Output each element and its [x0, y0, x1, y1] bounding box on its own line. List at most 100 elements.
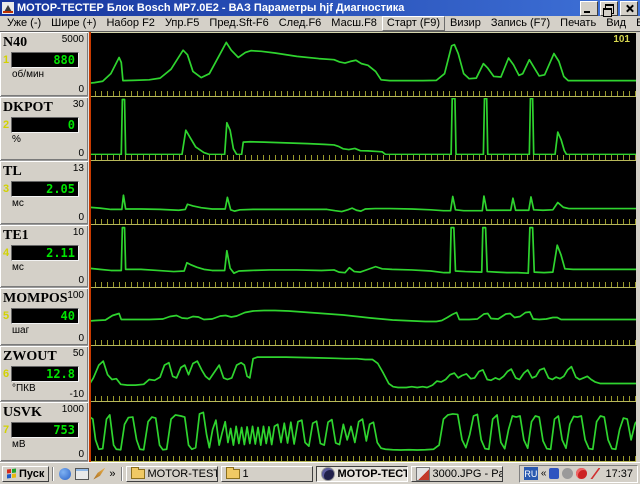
scale-min: -10	[70, 389, 84, 400]
menu-item-prev[interactable]: Пред.Sft-F6	[204, 17, 273, 30]
taskbar-button-folder-1[interactable]: 1	[221, 466, 313, 482]
close-button[interactable]	[620, 1, 638, 16]
channel-number: 4	[3, 247, 11, 259]
restore-button[interactable]	[600, 1, 618, 16]
unit-label: мВ	[12, 439, 85, 450]
menu-item-scale[interactable]: Масш.F8	[326, 17, 382, 30]
scale-min: 0	[78, 212, 84, 223]
channel-panel-usvk[interactable]: USVK 1000 7753 мВ 0	[0, 402, 88, 462]
minimize-button[interactable]	[580, 1, 598, 16]
internet-explorer-icon[interactable]	[59, 468, 71, 480]
unit-label: %	[12, 134, 85, 145]
window-controls	[580, 1, 638, 16]
channel-number: 2	[3, 119, 11, 131]
quick-launch: »	[57, 468, 117, 480]
taskbar-divider	[121, 467, 123, 481]
tray-icon-antivirus[interactable]	[590, 468, 600, 479]
channel-row-zwout: ZWOUT 50 612.8 °ПКВ -10	[0, 346, 636, 402]
unit-label: об/мин	[12, 69, 85, 80]
value-display: 40	[11, 308, 79, 324]
unit-label: мс	[12, 262, 85, 273]
channel-panel-dkpot[interactable]: DKPOT 30 20 % 0	[0, 97, 88, 161]
taskbar-clock[interactable]: 17:37	[603, 468, 633, 480]
menu-item-wider[interactable]: Шире (+)	[46, 17, 101, 30]
oscilloscope-area: 101 N40 5000 1880 об/мин 0 DKPOT 30 20 %…	[0, 32, 640, 462]
channel-row-tl: TL 13 32.05 мс 0	[0, 161, 636, 225]
channel-panel-te1[interactable]: TE1 10 42.11 мс 0	[0, 225, 88, 288]
channel-panel-n40[interactable]: N40 5000 1880 об/мин 0	[0, 32, 88, 97]
quick-launch-overflow-chevron[interactable]: »	[109, 468, 115, 480]
menubar: Уже (-) Шире (+) Набор F2 Упр.F5 Пред.Sf…	[0, 16, 640, 32]
chart-strip-tl[interactable]	[88, 161, 636, 225]
value-display: 12.8	[11, 366, 79, 382]
trace-dkpot	[89, 98, 636, 155]
tray-chevron[interactable]: «	[541, 468, 547, 479]
app-icon	[2, 2, 14, 14]
channel-row-te1: TE1 10 42.11 мс 0	[0, 225, 636, 288]
taskbar-button-motor-tester-app[interactable]: МОТОР-ТЕСТЕР Блок ...	[316, 466, 408, 482]
folder-icon	[131, 469, 145, 479]
menu-item-start[interactable]: Старт (F9)	[382, 16, 445, 31]
task-button-label: 1	[243, 468, 249, 480]
unit-label: шаг	[12, 325, 85, 336]
menu-item-exit[interactable]: Выход (Esc)	[631, 17, 640, 30]
channel-title: ZWOUT	[3, 349, 57, 364]
chart-strip-zwout[interactable]	[88, 346, 636, 402]
menu-item-next[interactable]: След.F6	[274, 17, 327, 30]
close-icon	[625, 4, 634, 13]
channel-number: 3	[3, 183, 11, 195]
restore-icon	[605, 4, 614, 14]
menu-item-view[interactable]: Вид	[601, 17, 631, 30]
frame-number: 101	[613, 34, 630, 45]
menu-item-print[interactable]: Печать	[555, 17, 601, 30]
chart-strip-n40[interactable]	[88, 32, 636, 97]
channel-row-n40: N40 5000 1880 об/мин 0	[0, 32, 636, 97]
scale-max: 50	[73, 348, 84, 359]
value-display: 753	[11, 422, 79, 438]
scale-min: 0	[78, 148, 84, 159]
app-icon-accent	[3, 11, 13, 13]
tray-icon-1[interactable]	[549, 468, 559, 479]
channel-number: 6	[3, 368, 11, 380]
window-title: МОТОР-ТЕСТЕР Блок Bosch MP7.0E2 - ВАЗ Па…	[17, 2, 577, 14]
menu-item-record[interactable]: Запись (F7)	[486, 17, 555, 30]
pen-tool-icon[interactable]	[93, 468, 105, 480]
channel-title: TE1	[3, 228, 29, 243]
channel-panel-zwout[interactable]: ZWOUT 50 612.8 °ПКВ -10	[0, 346, 88, 402]
menu-item-control[interactable]: Упр.F5	[160, 17, 204, 30]
value-display: 2.05	[11, 181, 79, 197]
unit-label: мс	[12, 198, 85, 209]
screen: МОТОР-ТЕСТЕР Блок Bosch MP7.0E2 - ВАЗ Па…	[0, 0, 640, 480]
menu-item-narrower[interactable]: Уже (-)	[2, 17, 46, 30]
chart-strip-dkpot[interactable]	[88, 97, 636, 161]
scale-max: 1000	[62, 404, 84, 415]
language-indicator[interactable]: RU	[524, 467, 538, 480]
chart-strip-te1[interactable]	[88, 225, 636, 288]
tray-icon-2[interactable]	[562, 468, 573, 479]
scale-min: 0	[78, 84, 84, 95]
paint-app-icon	[416, 467, 430, 481]
menu-item-set[interactable]: Набор F2	[101, 17, 160, 30]
tray-icon-3[interactable]	[576, 468, 587, 479]
taskbar-button-paint[interactable]: 3000.JPG - Paint	[411, 466, 503, 482]
chart-strip-mompos[interactable]	[88, 288, 636, 346]
scale-max: 13	[73, 163, 84, 174]
channel-panel-mompos[interactable]: MOMPOS 100 540 шаг 0	[0, 288, 88, 346]
channel-row-dkpot: DKPOT 30 20 % 0	[0, 97, 636, 161]
taskbar-divider	[52, 467, 54, 481]
value-display: 880	[11, 52, 79, 68]
chart-strip-usvk[interactable]	[88, 402, 636, 462]
folder-icon	[226, 469, 240, 479]
channel-title: N40	[3, 35, 27, 50]
trace-te1	[89, 226, 636, 282]
channel-panel-tl[interactable]: TL 13 32.05 мс 0	[0, 161, 88, 225]
start-button[interactable]: Пуск	[2, 466, 49, 482]
value-display: 2.11	[11, 245, 79, 261]
trace-mompos	[89, 289, 636, 340]
channel-title: USVK	[3, 405, 42, 420]
minimize-icon	[584, 11, 590, 13]
menu-item-cursor[interactable]: Визир	[445, 17, 486, 30]
show-desktop-icon[interactable]	[75, 468, 89, 480]
channel-number: 1	[3, 54, 11, 66]
taskbar-button-motor-tester-folder[interactable]: MOTOR-TESTER	[126, 466, 218, 482]
